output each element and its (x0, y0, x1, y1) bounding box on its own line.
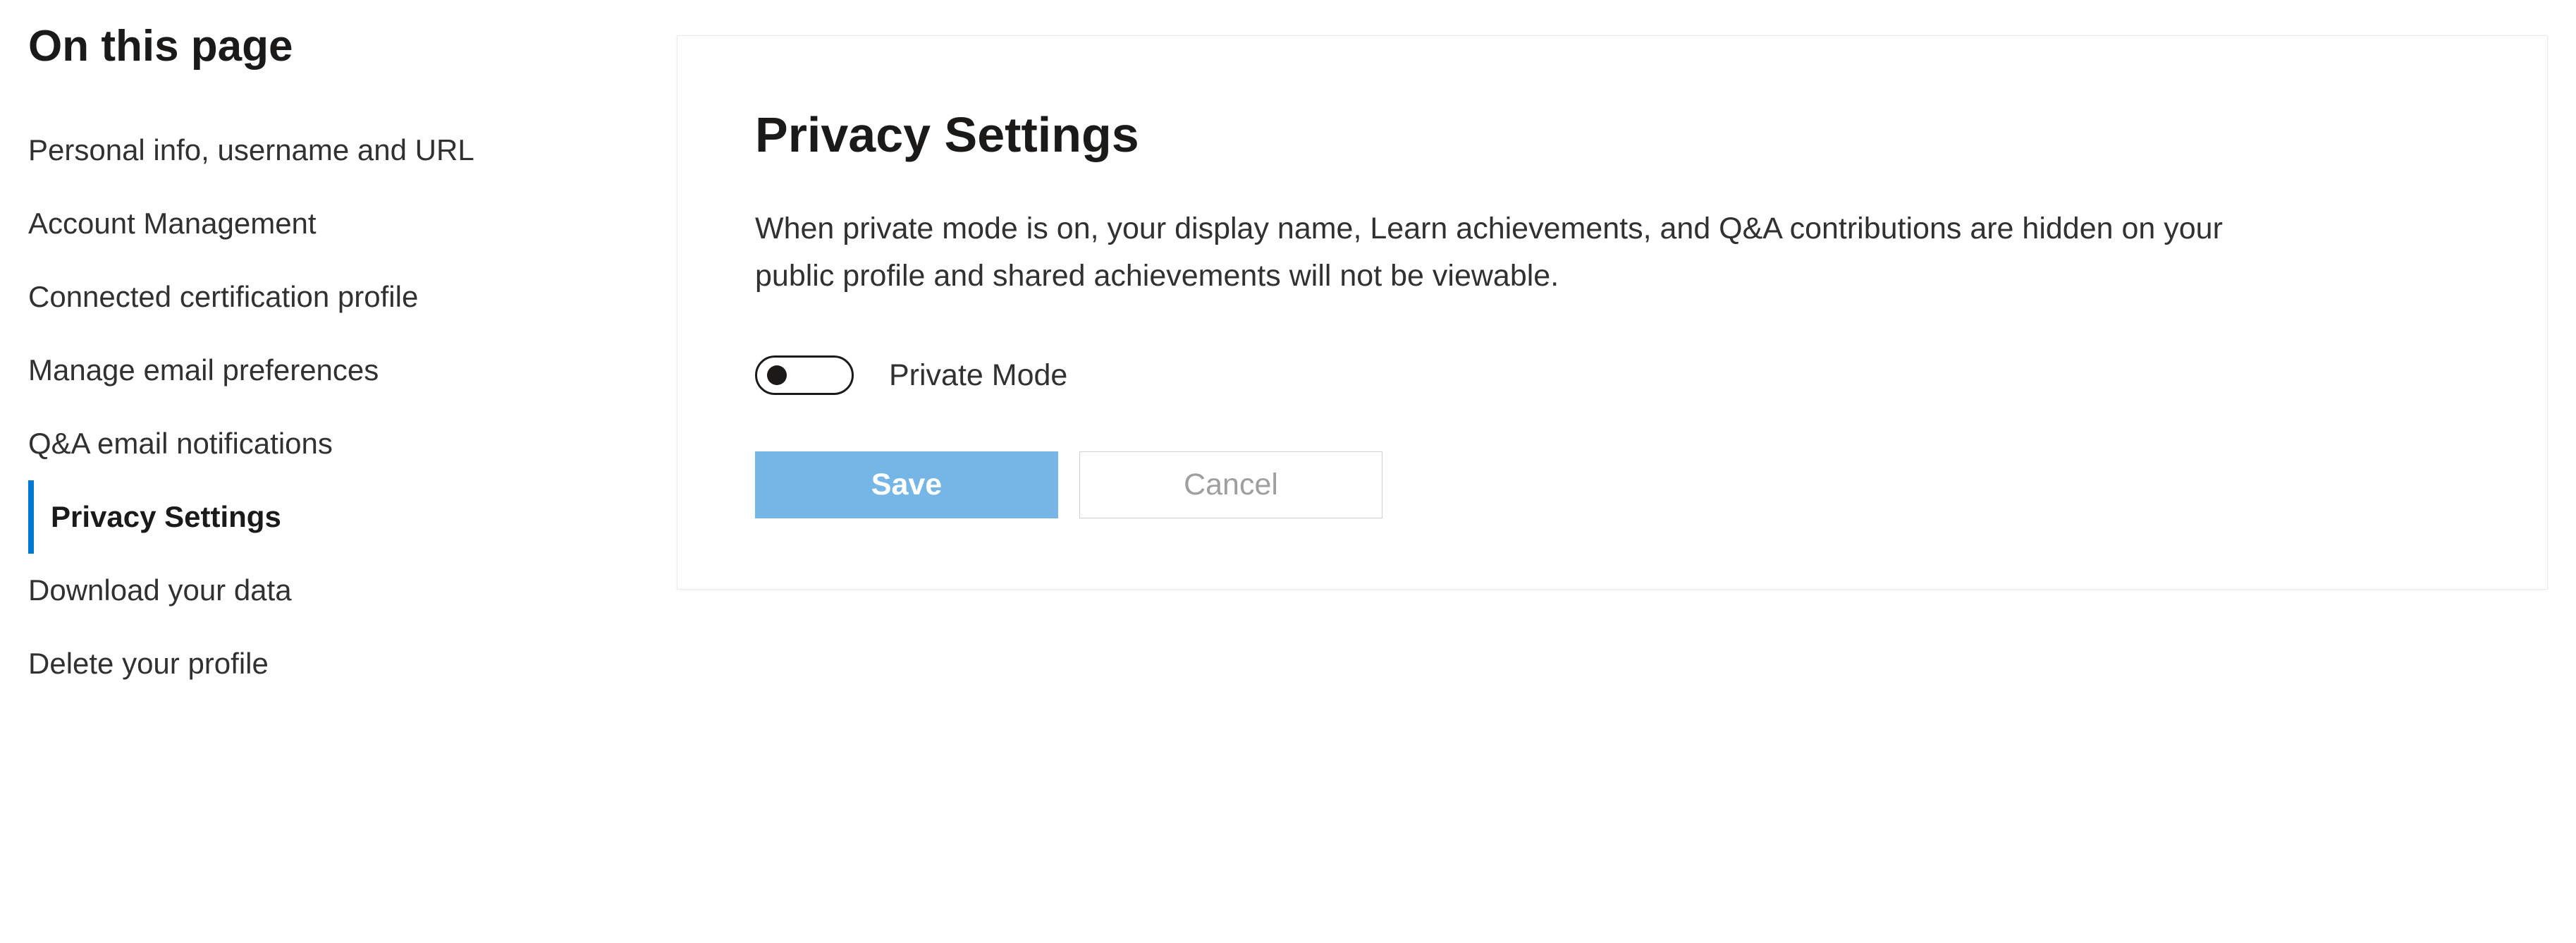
card-title: Privacy Settings (755, 107, 2470, 163)
toggle-knob-icon (767, 365, 787, 385)
private-mode-label: Private Mode (889, 358, 1067, 393)
card-description: When private mode is on, your display na… (755, 205, 2306, 299)
cancel-button[interactable]: Cancel (1079, 451, 1382, 518)
sidebar-item-account-management[interactable]: Account Management (28, 187, 620, 260)
sidebar-title: On this page (28, 21, 620, 71)
privacy-settings-card: Privacy Settings When private mode is on… (677, 35, 2548, 590)
sidebar-item-connected-certification[interactable]: Connected certification profile (28, 260, 620, 334)
sidebar-item-qa-email-notifications[interactable]: Q&A email notifications (28, 407, 620, 480)
sidebar-item-personal-info[interactable]: Personal info, username and URL (28, 114, 620, 187)
sidebar-link[interactable]: Personal info, username and URL (28, 133, 474, 166)
sidebar-item-privacy-settings[interactable]: Privacy Settings (28, 480, 620, 554)
button-row: Save Cancel (755, 451, 2470, 518)
sidebar-link[interactable]: Manage email preferences (28, 353, 379, 387)
private-mode-toggle[interactable] (755, 355, 854, 395)
sidebar-link[interactable]: Q&A email notifications (28, 427, 333, 460)
sidebar-item-delete-profile[interactable]: Delete your profile (28, 627, 620, 700)
on-this-page-nav: On this page Personal info, username and… (28, 21, 620, 700)
sidebar-item-download-data[interactable]: Download your data (28, 554, 620, 627)
sidebar-link[interactable]: Download your data (28, 573, 292, 607)
sidebar-link[interactable]: Privacy Settings (51, 500, 281, 533)
sidebar-list: Personal info, username and URL Account … (28, 114, 620, 700)
save-button[interactable]: Save (755, 451, 1058, 518)
private-mode-row: Private Mode (755, 355, 2470, 395)
sidebar-link[interactable]: Delete your profile (28, 647, 269, 680)
sidebar-link[interactable]: Account Management (28, 207, 317, 240)
sidebar-item-email-preferences[interactable]: Manage email preferences (28, 334, 620, 407)
sidebar-link[interactable]: Connected certification profile (28, 280, 418, 313)
